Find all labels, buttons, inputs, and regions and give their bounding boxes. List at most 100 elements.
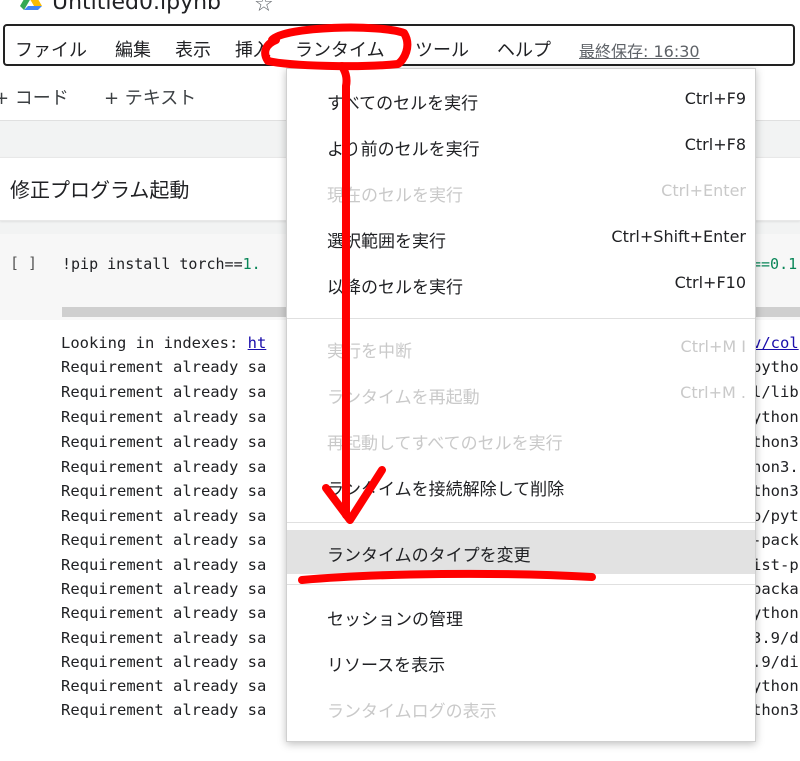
runtime-dropdown-menu: すべてのセルを実行 Ctrl+F9 より前のセルを実行 Ctrl+F8 現在のセルを実行… xyxy=(286,68,756,742)
output-line: Requirement already sa xyxy=(61,482,266,500)
output-line-text: Requirement already sa xyxy=(61,408,267,426)
menu-item-shortcut: Ctrl+Shift+Enter xyxy=(611,227,746,246)
change-runtime-type-item[interactable]: ランタイムのタイプを変更 xyxy=(287,530,755,574)
menu-item-label: リソースを表示 xyxy=(327,656,446,676)
menu-divider xyxy=(287,318,755,319)
interrupt-execution-item: 実行を中断 Ctrl+M I xyxy=(287,326,755,370)
output-line-text: Requirement already sa xyxy=(61,482,267,500)
menu-insert[interactable]: 挿入 xyxy=(235,36,271,62)
manage-sessions-item[interactable]: セッションの管理 xyxy=(287,594,755,638)
text-cell-heading: 修正プログラム起動 xyxy=(10,178,190,202)
output-link[interactable]: ht xyxy=(248,334,267,352)
code-text-right: ==0.1 xyxy=(752,255,798,273)
output-line: Requirement already sa xyxy=(61,408,266,426)
output-line-text-right: thon3 xyxy=(752,433,799,451)
star-outline-icon[interactable]: ☆ xyxy=(254,0,274,17)
output-line-text: Requirement already sa xyxy=(61,580,267,598)
disconnect-and-delete-runtime-item[interactable]: ランタイムを接続解除して削除 xyxy=(287,464,755,508)
menu-item-label: 再起動してすべてのセルを実行 xyxy=(327,434,563,454)
output-line-text-right: ython xyxy=(752,408,799,426)
run-focused-cell-item: 現在のセルを実行 Ctrl+Enter xyxy=(287,170,755,214)
menu-item-shortcut: Ctrl+M I xyxy=(680,337,746,356)
output-line: Requirement already sa xyxy=(61,604,266,622)
menu-item-shortcut: Ctrl+F10 xyxy=(674,273,746,292)
run-cell-button[interactable]: [ ] xyxy=(10,254,37,272)
menu-item-label: ランタイムを接続解除して削除 xyxy=(327,480,565,500)
add-code-button[interactable]: + コード xyxy=(0,84,69,110)
output-line: Requirement already sa xyxy=(61,556,266,574)
menu-item-label: より前のセルを実行 xyxy=(327,140,480,160)
output-line-text: Requirement already sa xyxy=(61,604,267,622)
google-drive-icon xyxy=(20,0,42,10)
menu-runtime[interactable]: ランタイム xyxy=(295,36,385,62)
output-line-text: Requirement already sa xyxy=(61,358,267,376)
output-line-text-right: thon3 xyxy=(752,482,799,500)
code-version-number: 1. xyxy=(242,255,261,273)
title-bar: Untitled0.ipynb ☆ xyxy=(0,0,800,22)
output-line-text-right: -pack xyxy=(752,531,799,549)
restart-runtime-item: ランタイムを再起動 Ctrl+M . xyxy=(287,372,755,416)
restart-and-run-all-item: 再起動してすべてのセルを実行 xyxy=(287,418,755,462)
menu-item-shortcut: Ctrl+F8 xyxy=(684,135,746,154)
output-line: Requirement already sa xyxy=(61,701,266,719)
output-line-text-right: o/pyt xyxy=(752,507,799,525)
run-selection-item[interactable]: 選択範囲を実行 Ctrl+Shift+Enter xyxy=(287,216,755,260)
run-all-item[interactable]: すべてのセルを実行 Ctrl+F9 xyxy=(287,78,755,122)
output-line-text-right: ist-p xyxy=(752,556,799,574)
output-line: Requirement already sa xyxy=(61,507,266,525)
output-line: Requirement already sa xyxy=(61,531,266,549)
output-line-text: Looking in indexes: xyxy=(61,334,248,352)
menu-item-shortcut: Ctrl+F9 xyxy=(684,89,746,108)
menu-item-shortcut: Ctrl+Enter xyxy=(661,181,746,200)
menu-item-label: 以降のセルを実行 xyxy=(327,278,463,298)
output-line-text: Requirement already sa xyxy=(61,701,267,719)
menu-item-label: セッションの管理 xyxy=(327,610,463,630)
output-line: Requirement already sa xyxy=(61,653,266,671)
output-line: Requirement already sa xyxy=(61,677,266,695)
view-resources-item[interactable]: リソースを表示 xyxy=(287,640,755,684)
output-line-text: Requirement already sa xyxy=(61,507,267,525)
add-text-button[interactable]: + テキスト xyxy=(104,84,196,110)
run-before-item[interactable]: より前のセルを実行 Ctrl+F8 xyxy=(287,124,755,168)
output-line: Requirement already sa xyxy=(61,358,266,376)
menu-help[interactable]: ヘルプ xyxy=(497,36,551,62)
menu-item-label: ランタイムのタイプを変更 xyxy=(327,546,531,566)
run-after-item[interactable]: 以降のセルを実行 Ctrl+F10 xyxy=(287,262,755,306)
menu-file[interactable]: ファイル xyxy=(15,36,87,62)
output-line-text: Requirement already sa xyxy=(61,433,267,451)
output-line-text-right: ython xyxy=(752,604,799,622)
code-text: !pip install torch== xyxy=(62,255,243,273)
last-saved-link[interactable]: 最終保存: 16:30 xyxy=(579,38,700,62)
output-line-text-right: thon3 xyxy=(752,701,799,719)
output-line-text: Requirement already sa xyxy=(61,653,267,671)
notebook-title[interactable]: Untitled0.ipynb xyxy=(52,0,221,15)
output-line: Looking in indexes: ht xyxy=(61,334,266,352)
output-line-text-right: l/lib xyxy=(752,383,799,401)
menu-view[interactable]: 表示 xyxy=(175,36,211,62)
menu-edit[interactable]: 編集 xyxy=(115,36,151,62)
menu-divider xyxy=(287,522,755,523)
output-line: Requirement already sa xyxy=(61,433,266,451)
output-line: Requirement already sa xyxy=(61,580,266,598)
output-line-text-right: ython xyxy=(752,677,799,695)
menu-item-shortcut: Ctrl+M . xyxy=(680,383,746,402)
menu-tools[interactable]: ツール xyxy=(415,36,469,62)
output-line-text-right: 3.9/d xyxy=(752,629,799,647)
output-line-text-right: hon3. xyxy=(752,458,799,476)
menu-item-label: 選択範囲を実行 xyxy=(327,232,446,252)
output-line-text: Requirement already sa xyxy=(61,677,267,695)
output-line: Requirement already sa xyxy=(61,383,266,401)
menu-bar: ファイル 編集 表示 挿入 ランタイム ツール ヘルプ 最終保存: 16:30 xyxy=(3,24,795,66)
code-editor[interactable]: !pip install torch==1. xyxy=(62,255,261,273)
output-link[interactable]: v/col xyxy=(752,334,799,352)
output-line-text: Requirement already sa xyxy=(61,556,267,574)
menu-item-label: ランタイムログの表示 xyxy=(327,702,497,722)
output-line-text: Requirement already sa xyxy=(61,629,267,647)
menu-item-label: 実行を中断 xyxy=(327,342,412,362)
output-line: Requirement already sa xyxy=(61,458,266,476)
output-line: Requirement already sa xyxy=(61,629,266,647)
output-line-text: Requirement already sa xyxy=(61,383,267,401)
output-line-text-right: .9/di xyxy=(752,653,799,671)
menu-divider xyxy=(287,584,755,585)
output-line-text: Requirement already sa xyxy=(61,458,267,476)
